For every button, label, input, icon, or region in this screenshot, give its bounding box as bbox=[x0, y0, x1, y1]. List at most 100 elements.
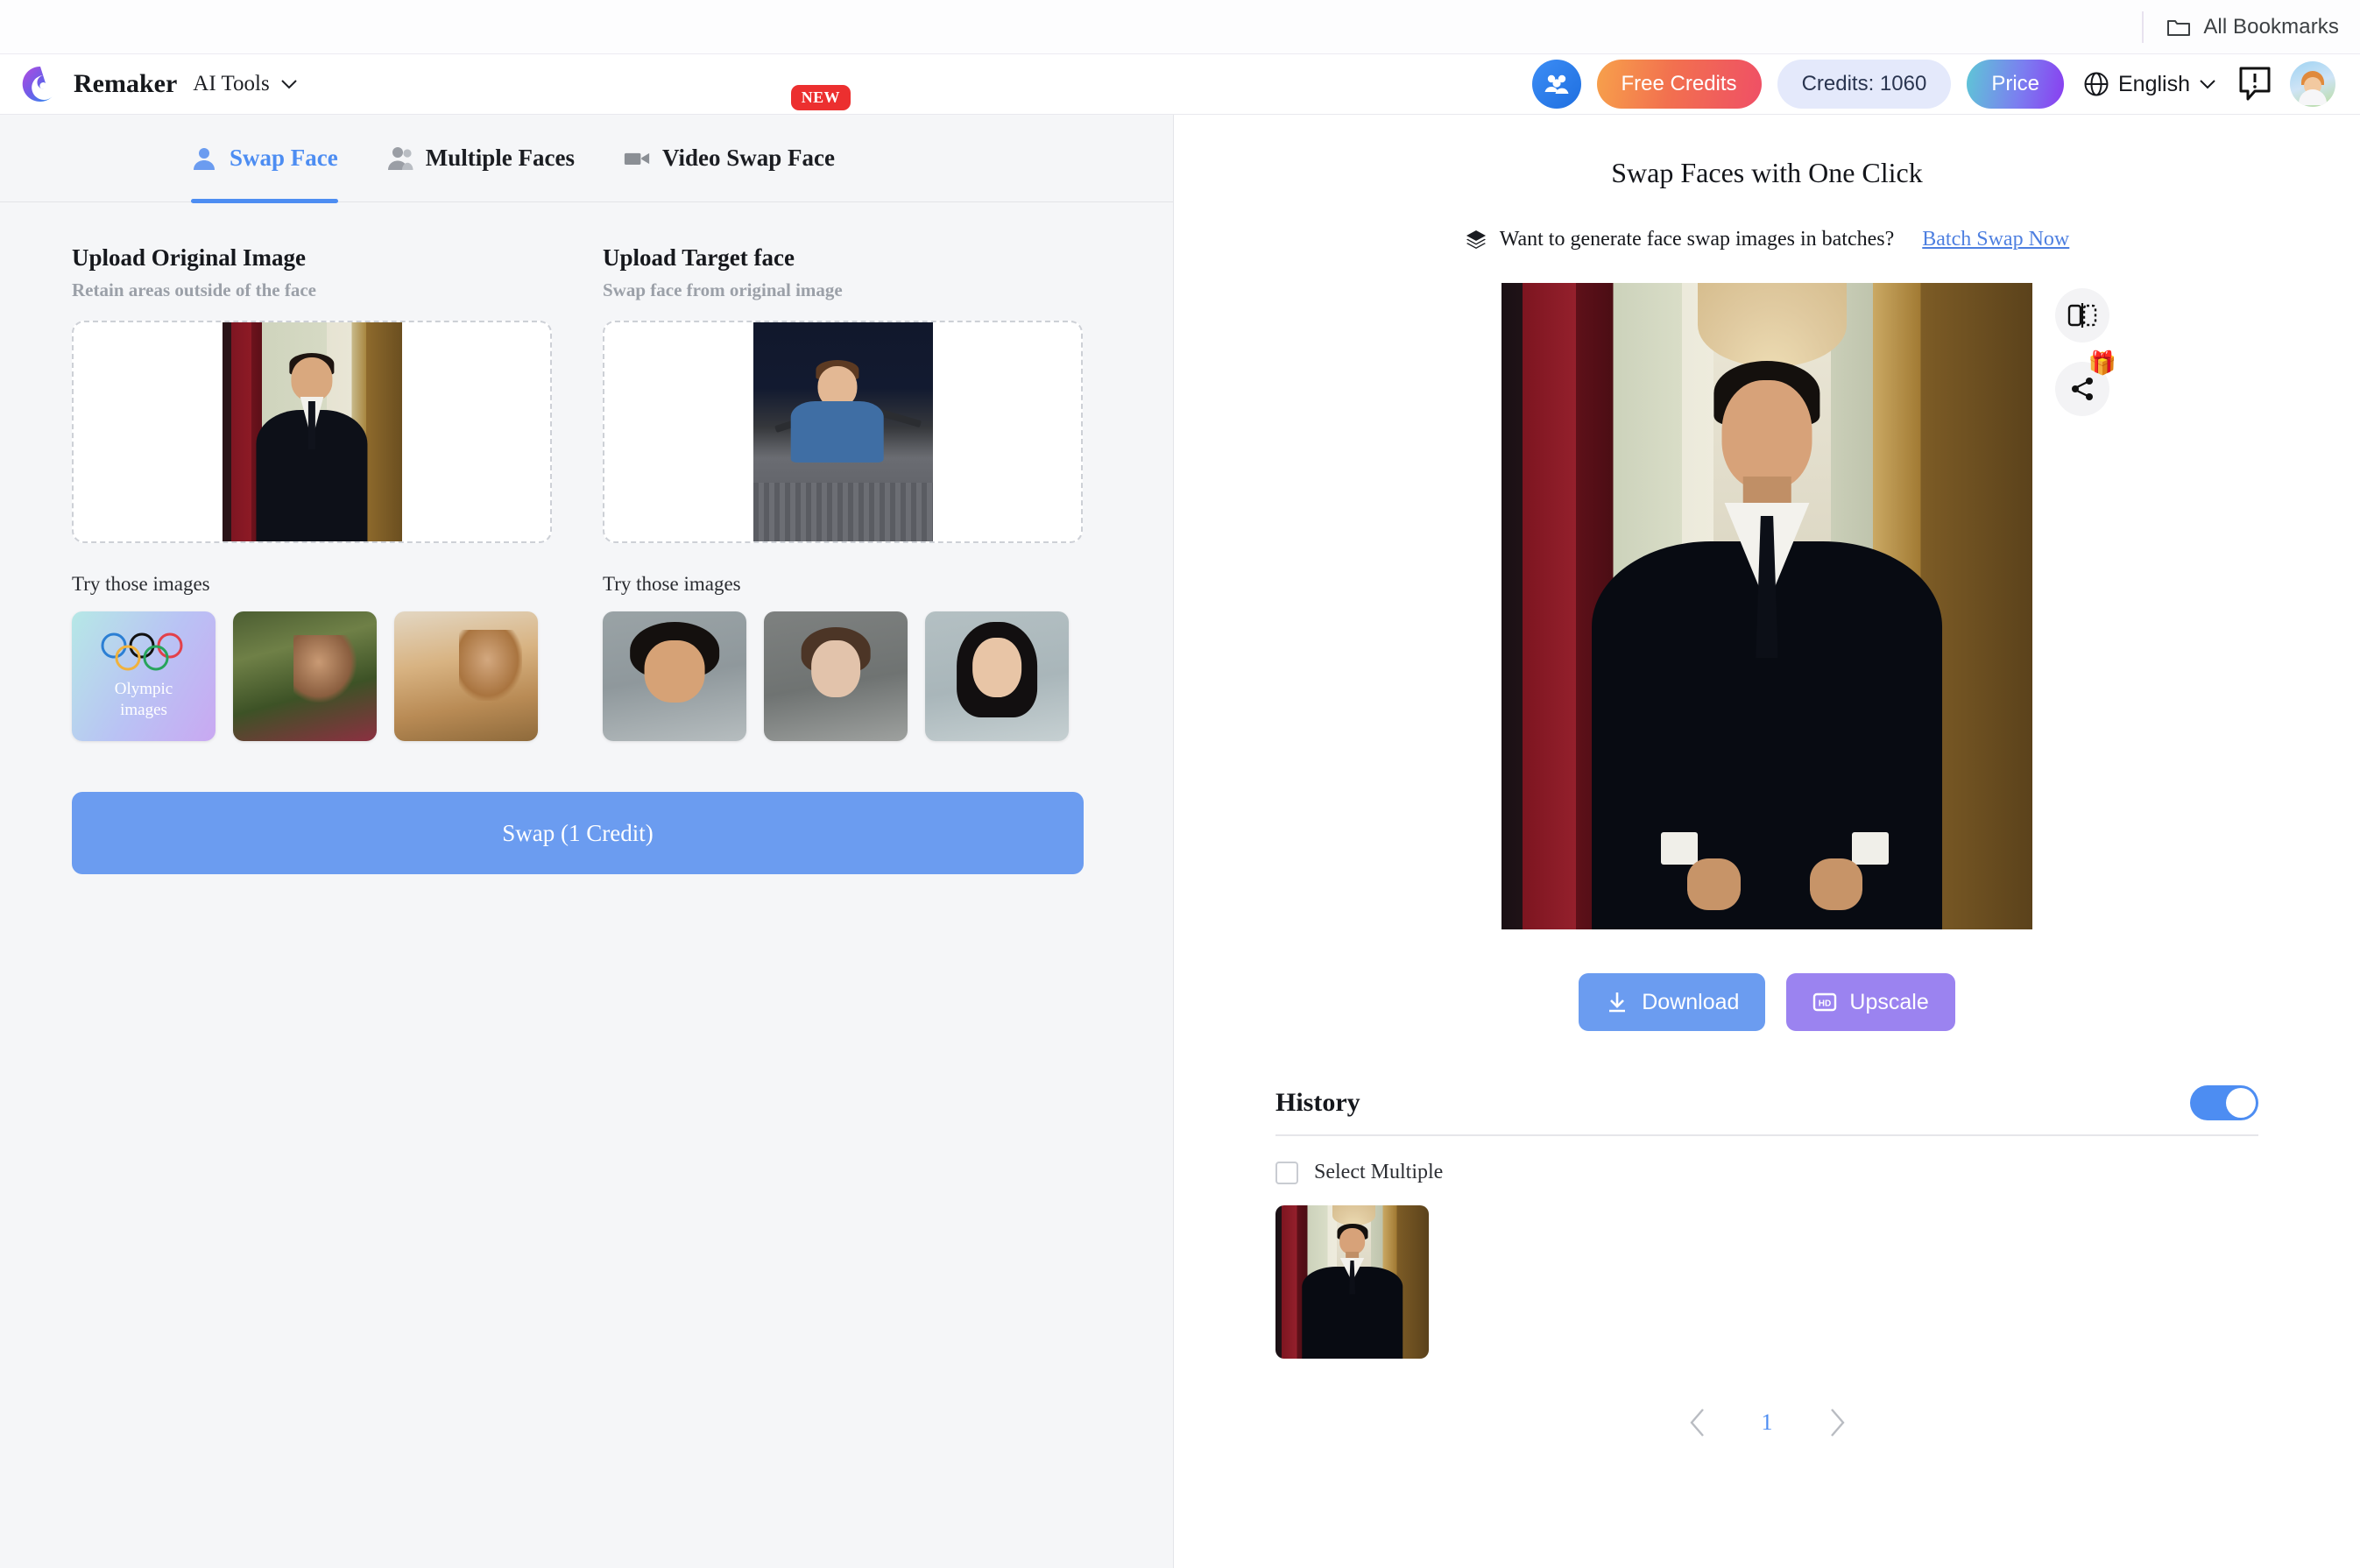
credits-display[interactable]: Credits: 1060 bbox=[1777, 60, 1952, 109]
result-action-buttons: Download HD Upscale bbox=[1174, 973, 2360, 1031]
affiliate-button[interactable] bbox=[1531, 60, 1581, 109]
result-image-wrapper: 🎁 bbox=[1501, 283, 2116, 929]
hd-icon: HD bbox=[1813, 992, 1837, 1012]
history-toggle[interactable] bbox=[2190, 1085, 2258, 1120]
result-hand-left bbox=[1687, 858, 1741, 910]
batch-prompt-row: Want to generate face swap images in bat… bbox=[1174, 228, 2360, 251]
upload-original-dropzone[interactable] bbox=[72, 321, 552, 543]
tab-multiple-faces[interactable]: Multiple Faces bbox=[387, 115, 575, 202]
ai-tools-dropdown[interactable]: AI Tools bbox=[193, 72, 297, 96]
samples-original-column: Try those images Olympic images bbox=[72, 573, 552, 741]
history-drape bbox=[1332, 1205, 1375, 1225]
tab-video-swap-face[interactable]: Video Swap Face NEW bbox=[624, 84, 851, 202]
layers-icon bbox=[1466, 230, 1486, 249]
ai-tools-label: AI Tools bbox=[193, 72, 270, 95]
samples-target-column: Try those images bbox=[603, 573, 1083, 741]
chevron-down-icon bbox=[2200, 80, 2215, 89]
uploaded-target-image bbox=[753, 322, 933, 541]
download-label: Download bbox=[1642, 989, 1740, 1014]
gift-icon: 🎁 bbox=[2088, 350, 2116, 376]
sample-woman-sunset-background[interactable] bbox=[394, 611, 538, 741]
chevron-right-icon[interactable] bbox=[1827, 1408, 1847, 1437]
swap-button[interactable]: Swap (1 Credit) bbox=[72, 792, 1084, 874]
result-panel-title: Swap Faces with One Click bbox=[1611, 157, 1923, 188]
upload-original-column: Upload Original Image Retain areas outsi… bbox=[72, 244, 552, 543]
compare-split-icon bbox=[2067, 303, 2097, 328]
history-title: History bbox=[1275, 1088, 1360, 1117]
panel-table bbox=[753, 482, 933, 541]
result-hand-right bbox=[1809, 858, 1863, 910]
batch-question: Want to generate face swap images in bat… bbox=[1499, 228, 1895, 251]
browser-bookmarks-bar: All Bookmarks bbox=[0, 0, 2360, 54]
result-image[interactable] bbox=[1501, 283, 2032, 929]
free-credits-label: Free Credits bbox=[1621, 72, 1737, 95]
olympic-caption: Olympic images bbox=[115, 679, 173, 721]
upscale-button[interactable]: HD Upscale bbox=[1786, 973, 1955, 1031]
chevron-down-icon bbox=[280, 80, 297, 89]
result-drape bbox=[1698, 283, 1847, 367]
single-person-icon bbox=[194, 147, 215, 170]
select-multiple-checkbox[interactable] bbox=[1275, 1161, 1298, 1184]
credits-label: Credits: 1060 bbox=[1801, 72, 1927, 95]
compare-button[interactable] bbox=[2055, 288, 2109, 343]
tool-tabs: Swap Face Multiple Faces Video Swap Face… bbox=[0, 84, 1173, 203]
tab-swap-face-label: Swap Face bbox=[230, 145, 338, 171]
upload-section: Upload Original Image Retain areas outsi… bbox=[0, 202, 1173, 543]
select-multiple-control[interactable]: Select Multiple bbox=[1275, 1161, 2258, 1184]
app-header: Remaker AI Tools Free Credits Credits: 1… bbox=[0, 54, 2360, 115]
history-result-1[interactable] bbox=[1275, 1205, 1429, 1359]
tab-video-swap-face-label: Video Swap Face bbox=[661, 145, 835, 171]
select-multiple-label: Select Multiple bbox=[1314, 1161, 1444, 1183]
sample-woman-green-background[interactable] bbox=[233, 611, 377, 741]
users-group-icon bbox=[1544, 74, 1569, 94]
sample-woman-dark-hair[interactable] bbox=[925, 611, 1069, 741]
price-button[interactable]: Price bbox=[1967, 60, 2064, 109]
folder-icon bbox=[2167, 19, 2191, 36]
user-avatar[interactable] bbox=[2290, 61, 2335, 107]
upload-target-dropzone[interactable] bbox=[603, 321, 1083, 543]
tab-multiple-faces-label: Multiple Faces bbox=[425, 145, 575, 171]
batch-swap-link[interactable]: Batch Swap Now bbox=[1922, 228, 2069, 251]
upload-target-column: Upload Target face Swap face from origin… bbox=[603, 244, 1083, 543]
remaker-logo-icon bbox=[22, 66, 53, 102]
upload-target-title: Upload Target face bbox=[603, 244, 795, 271]
history-pagination: 1 bbox=[1275, 1408, 2258, 1437]
result-head bbox=[1721, 379, 1812, 491]
samples-target-label: Try those images bbox=[603, 573, 741, 595]
avatar-body bbox=[2299, 89, 2327, 105]
all-bookmarks-button[interactable]: All Bookmarks bbox=[2166, 15, 2339, 39]
sample-olympic-images[interactable]: Olympic images bbox=[72, 611, 216, 741]
chevron-left-icon[interactable] bbox=[1688, 1408, 1707, 1437]
download-icon bbox=[1609, 992, 1626, 1013]
header-actions: Free Credits Credits: 1060 Price English bbox=[1531, 60, 2335, 109]
uploaded-original-image bbox=[222, 322, 402, 541]
sample-man-curly-hair[interactable] bbox=[603, 611, 746, 741]
olympic-caption-line1: Olympic bbox=[114, 680, 173, 699]
upload-original-subtitle: Retain areas outside of the face bbox=[72, 279, 316, 300]
all-bookmarks-label: All Bookmarks bbox=[2203, 14, 2339, 39]
svg-text:HD: HD bbox=[1819, 999, 1831, 1009]
history-items-list bbox=[1275, 1205, 2258, 1359]
main-content: Swap Face Multiple Faces Video Swap Face… bbox=[0, 84, 2360, 1568]
language-selector[interactable]: English bbox=[2080, 71, 2220, 97]
right-panel: Swap Faces with One Click Want to genera… bbox=[1174, 115, 2360, 1568]
free-credits-button[interactable]: Free Credits bbox=[1596, 60, 1762, 109]
download-button[interactable]: Download bbox=[1579, 973, 1766, 1031]
feedback-icon[interactable] bbox=[2236, 65, 2274, 103]
result-side-actions: 🎁 bbox=[2055, 288, 2116, 416]
brand-name: Remaker bbox=[74, 69, 178, 98]
tab-swap-face[interactable]: Swap Face bbox=[191, 115, 338, 203]
share-button[interactable]: 🎁 bbox=[2055, 350, 2116, 416]
video-camera-icon bbox=[624, 152, 650, 165]
sample-woman-grey-background[interactable] bbox=[764, 611, 908, 741]
portrait-tie bbox=[307, 401, 316, 449]
samples-target-thumbs bbox=[603, 611, 1083, 741]
page-number-1[interactable]: 1 bbox=[1762, 1409, 1773, 1436]
new-badge: NEW bbox=[790, 84, 851, 110]
brand-logo-group[interactable]: Remaker bbox=[21, 65, 177, 103]
share-icon bbox=[2072, 378, 2093, 400]
target-shirt bbox=[790, 401, 885, 463]
target-image-content bbox=[753, 322, 933, 541]
samples-original-label: Try those images bbox=[72, 573, 210, 595]
history-toggle-knob bbox=[2226, 1088, 2256, 1118]
